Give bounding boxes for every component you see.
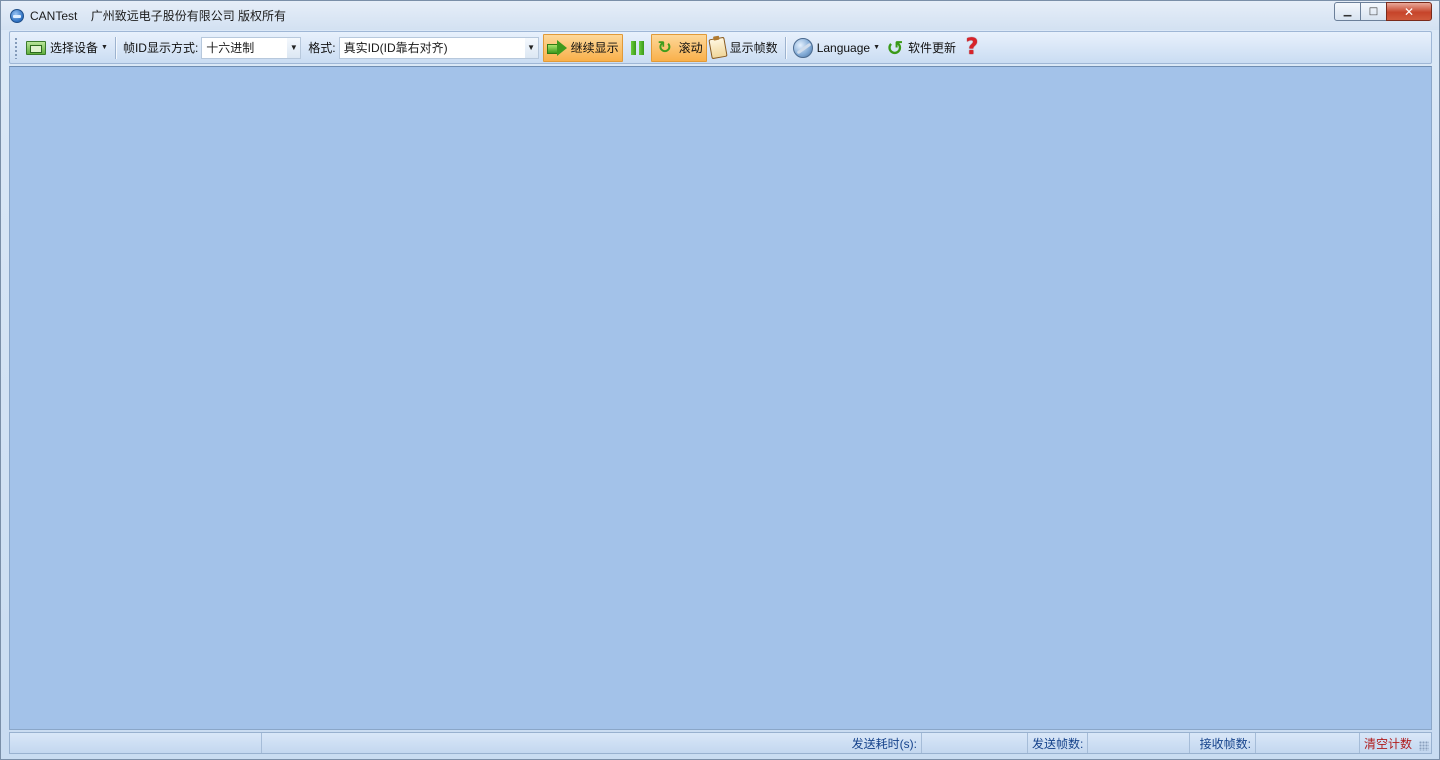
app-window: CANTest 广州致远电子股份有限公司 版权所有 ▁ □ ✕ 选择设备 ▼ 帧…: [0, 0, 1440, 760]
format-label-item: 格式:: [305, 34, 338, 62]
globe-icon: [792, 37, 813, 58]
software-update-label: 软件更新: [908, 41, 957, 55]
select-device-button[interactable]: 选择设备 ▼: [23, 34, 111, 62]
frame-id-display-label: 帧ID显示方式:: [122, 41, 199, 55]
format-label: 格式:: [308, 41, 336, 55]
chevron-down-icon: ▼: [873, 44, 881, 51]
send-frames-label: 发送帧数:: [1032, 736, 1084, 751]
send-time-label: 发送耗时(s):: [851, 736, 917, 751]
toolbar-separator: [114, 36, 116, 59]
language-label: Language: [816, 40, 871, 55]
recv-frames-label-cell: 接收帧数:: [1190, 733, 1256, 753]
main-toolbar: 选择设备 ▼ 帧ID显示方式: 十六进制 ▼ 格式: 真实ID(ID靠右对齐) …: [9, 31, 1432, 64]
language-menu-button[interactable]: Language ▼: [790, 34, 883, 62]
send-frames-value: [1088, 733, 1190, 753]
format-select[interactable]: 真实ID(ID靠右对齐) ▼: [338, 36, 539, 59]
chevron-down-icon: ▼: [101, 44, 108, 51]
clear-count-label: 清空计数: [1364, 736, 1413, 751]
pause-button[interactable]: [623, 34, 651, 62]
send-frames-label-cell: 发送帧数:: [1028, 733, 1088, 753]
clipboard-icon: [708, 36, 728, 59]
maximize-icon: □: [1368, 6, 1379, 17]
close-button[interactable]: ✕: [1386, 2, 1432, 21]
minimize-button[interactable]: ▁: [1334, 2, 1361, 21]
window-title-app-name: CANTest: [30, 8, 78, 23]
select-device-label: 选择设备: [50, 41, 99, 55]
resize-grip-handle[interactable]: [1419, 741, 1429, 751]
dropdown-arrow-icon[interactable]: ▼: [524, 37, 538, 58]
title-bar: CANTest 广州致远电子股份有限公司 版权所有 ▁ □ ✕: [1, 1, 1439, 30]
continue-display-button[interactable]: 继续显示: [542, 33, 623, 62]
maximize-button[interactable]: □: [1360, 2, 1387, 21]
window-title-spacer: [77, 9, 90, 23]
scroll-toggle-button[interactable]: ↻ 滚动: [650, 33, 707, 62]
send-time-label-cell: 发送耗时(s):: [262, 733, 922, 753]
pause-icon: [629, 40, 645, 56]
update-icon: ↺: [886, 35, 904, 60]
recv-frames-label: 接收帧数:: [1199, 736, 1251, 751]
frame-id-display-select[interactable]: 十六进制 ▼: [201, 36, 302, 59]
scroll-label: 滚动: [678, 41, 703, 55]
close-icon: ✕: [1403, 4, 1415, 19]
format-value: 真实ID(ID靠右对齐): [343, 41, 448, 55]
app-icon: [10, 8, 24, 23]
green-arrow-icon: [546, 39, 567, 56]
show-frame-count-label: 显示帧数: [729, 41, 778, 55]
send-time-value: [922, 733, 1028, 753]
message-display-area[interactable]: [9, 66, 1432, 730]
software-update-button[interactable]: ↺ 软件更新: [883, 34, 959, 62]
frame-id-display-label-item: 帧ID显示方式:: [120, 34, 201, 62]
help-button[interactable]: ?: [959, 34, 985, 62]
window-title-copyright: 广州致远电子股份有限公司 版权所有: [90, 9, 287, 23]
continue-display-label: 继续显示: [570, 41, 619, 55]
frame-id-display-value: 十六进制: [206, 41, 255, 55]
status-cell-empty: [10, 733, 262, 753]
device-card-icon: [26, 40, 46, 55]
status-bar: 发送耗时(s): 发送帧数: 接收帧数: 清空计数: [9, 732, 1432, 754]
window-controls: ▁ □ ✕: [1334, 2, 1432, 21]
help-icon: ?: [965, 34, 979, 60]
show-frame-count-button[interactable]: 显示帧数: [707, 34, 781, 62]
scroll-icon: ↻: [657, 37, 672, 58]
toolbar-separator: [784, 36, 786, 59]
minimize-icon: ▁: [1343, 6, 1352, 17]
toolbar-grip-handle[interactable]: [14, 36, 18, 59]
dropdown-arrow-icon[interactable]: ▼: [287, 37, 301, 58]
recv-frames-value: [1256, 733, 1360, 753]
clear-count-button[interactable]: 清空计数: [1360, 733, 1416, 753]
